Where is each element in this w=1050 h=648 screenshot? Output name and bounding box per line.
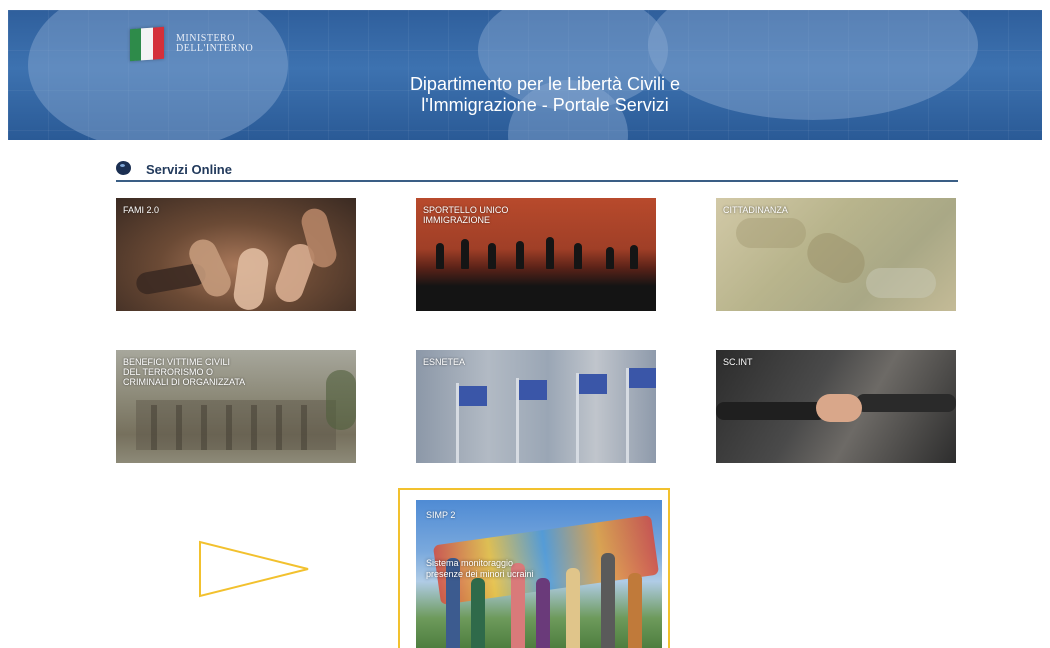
eu-flag-element: [629, 368, 656, 388]
child-figure: [471, 578, 485, 648]
silhouette-image-element: [606, 247, 614, 269]
handshake-image-element: [816, 394, 862, 422]
eu-flag-element: [519, 380, 547, 400]
service-tile-cittadinanza[interactable]: CITTADINANZA: [716, 198, 956, 311]
building-column: [151, 405, 157, 450]
section-heading: Servizi Online: [116, 158, 958, 182]
eu-flag-element: [579, 374, 607, 394]
tile-label-line-2: IMMIGRAZIONE: [423, 215, 490, 225]
building-column: [251, 405, 257, 450]
building-column: [226, 405, 232, 450]
child-figure: [566, 568, 580, 648]
mouse-icon: [116, 161, 131, 175]
building-column: [201, 405, 207, 450]
silhouette-image-element: [546, 237, 554, 269]
service-tile-simp[interactable]: SIMP 2 Sistema monitoraggio presenze dei…: [416, 500, 662, 648]
tile-label: CITTADINANZA: [723, 205, 788, 215]
hands-image-element: [231, 246, 271, 311]
service-tile-sportello-unico[interactable]: SPORTELLO UNICO IMMIGRAZIONE: [416, 198, 656, 311]
header-banner: MINISTERO DELL'INTERNO Dipartimento per …: [8, 10, 1042, 140]
eu-flag-element: [459, 386, 487, 406]
map-sea-element: [866, 268, 936, 298]
map-land-element: [736, 218, 806, 248]
tree-element: [326, 370, 356, 430]
tile-description-line-2: presenze dei minori ucraini: [426, 569, 534, 579]
tile-label-line-3: CRIMINALI DI ORGANIZZATA: [123, 377, 246, 387]
silhouette-image-element: [574, 243, 582, 269]
child-figure: [536, 578, 550, 648]
tile-label-line-1: BENEFICI VITTIME CIVILI: [123, 357, 231, 367]
arm-image-element: [716, 402, 826, 420]
tile-label: SIMP 2: [426, 510, 456, 520]
service-tile-fami[interactable]: FAMI 2.0: [116, 198, 356, 311]
service-tile-scint[interactable]: SC.INT: [716, 350, 956, 463]
silhouette-image-element: [630, 245, 638, 269]
map-land-element: [800, 225, 872, 291]
child-figure: [601, 553, 615, 648]
ministry-name: MINISTERO DELL'INTERNO: [176, 34, 253, 54]
tile-label: ESNETEA: [423, 357, 466, 367]
tile-description-line-1: Sistema monitoraggio: [426, 558, 514, 568]
building-column: [276, 405, 282, 450]
service-tile-benefici-vittime[interactable]: BENEFICI VITTIME CIVILI DEL TERRORISMO O…: [116, 350, 356, 463]
silhouette-image-element: [436, 243, 444, 269]
silhouette-image-element: [488, 243, 496, 269]
page-title-line-1: Dipartimento per le Libertà Civili e: [409, 74, 681, 94]
section-title: Servizi Online: [146, 162, 232, 177]
silhouette-image-element: [516, 241, 524, 269]
pointer-arrow-icon: [199, 540, 309, 598]
page-title-line-2: l'Immigrazione - Portale Servizi: [421, 95, 669, 115]
tile-label-line-1: SPORTELLO UNICO: [423, 205, 509, 215]
arm-image-element: [856, 394, 956, 412]
tile-label: BENEFICI VITTIME CIVILI DEL TERRORISMO O…: [123, 357, 245, 387]
tile-label: SC.INT: [723, 357, 753, 367]
building-column: [176, 405, 182, 450]
italian-flag-logo[interactable]: [130, 26, 164, 62]
tile-label: SPORTELLO UNICO IMMIGRAZIONE: [423, 205, 508, 225]
tile-label-line-2: DEL TERRORISMO O: [123, 367, 214, 377]
service-tile-esnetea[interactable]: ESNETEA: [416, 350, 656, 463]
tile-description: Sistema monitoraggio presenze dei minori…: [426, 558, 534, 580]
silhouette-image-element: [461, 239, 469, 269]
tile-label: FAMI 2.0: [123, 205, 160, 215]
building-column: [301, 405, 307, 450]
child-figure: [628, 573, 642, 648]
page-title: Dipartimento per le Libertà Civili e l'I…: [8, 74, 1042, 116]
ministry-line-2: DELL'INTERNO: [176, 43, 254, 54]
